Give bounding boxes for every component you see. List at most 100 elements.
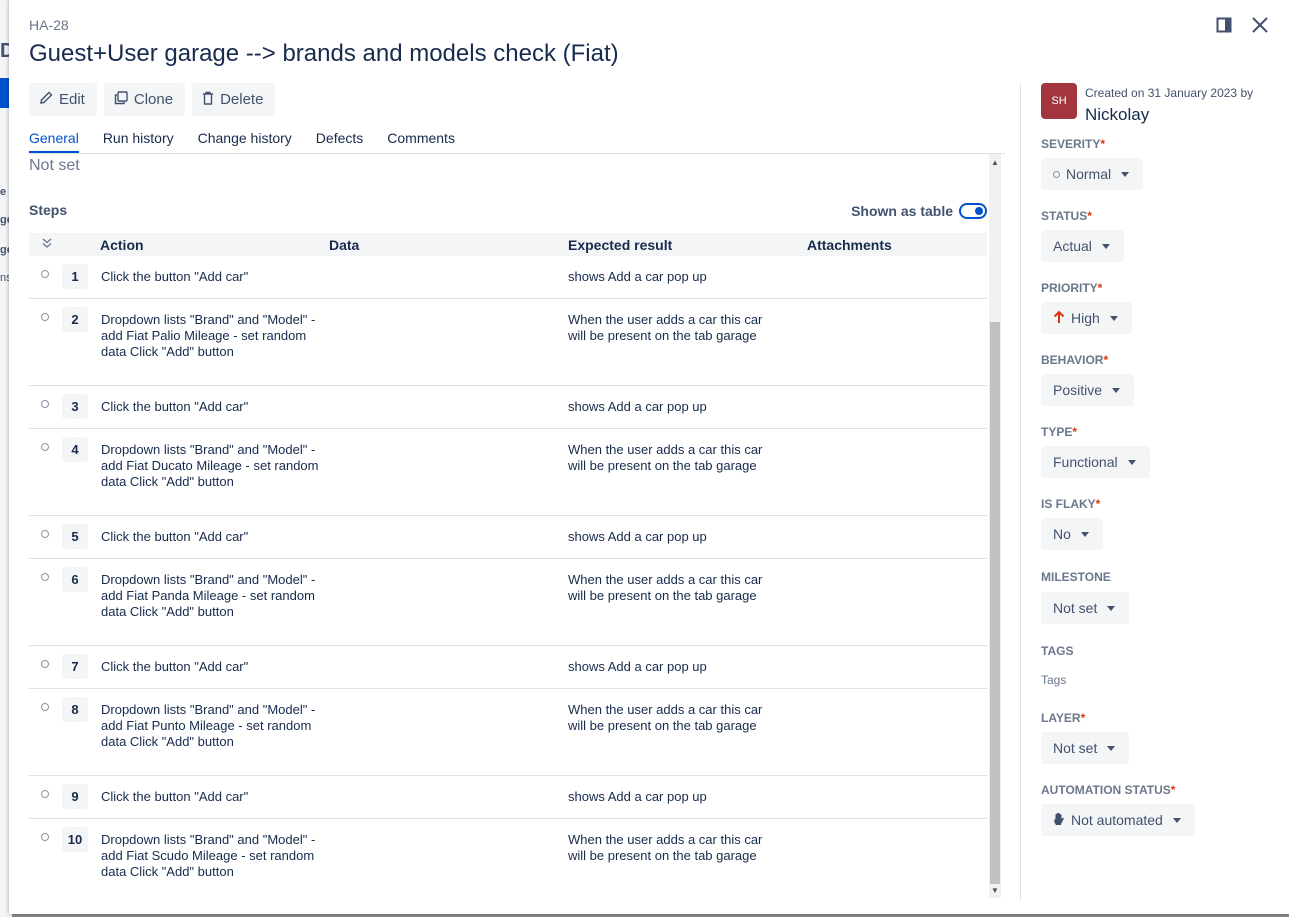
step-status-icon (41, 833, 49, 841)
delete-button[interactable]: Delete (192, 83, 276, 116)
step-action: Click the button "Add car" (101, 399, 249, 414)
step-number: 3 (62, 394, 88, 419)
severity-select[interactable]: Normal (1041, 158, 1144, 190)
chevron-down-icon (1112, 387, 1121, 393)
milestone-select[interactable]: Not set (1041, 592, 1130, 624)
layer-select[interactable]: Not set (1041, 732, 1130, 764)
modal-actions (1213, 14, 1271, 36)
arrow-up-icon (1053, 310, 1065, 327)
panel-toggle-icon[interactable] (1213, 14, 1235, 36)
step-action: Dropdown lists "Brand" and "Model" - add… (101, 442, 319, 489)
step-number: 6 (62, 567, 88, 592)
table-row[interactable]: 3 Click the button "Add car" shows Add a… (29, 386, 987, 429)
table-row[interactable]: 8 Dropdown lists "Brand" and "Model" - a… (29, 689, 987, 776)
edit-button[interactable]: Edit (29, 83, 97, 116)
step-status-icon (41, 530, 49, 538)
step-expected: When the user adds a car this car will b… (568, 702, 763, 733)
step-action: Dropdown lists "Brand" and "Model" - add… (101, 312, 316, 359)
step-action: Dropdown lists "Brand" and "Model" - add… (101, 702, 316, 749)
tags-input[interactable]: Tags (1041, 673, 1066, 687)
tab-general[interactable]: General (29, 130, 79, 153)
status-label: STATUS* (1041, 209, 1092, 223)
step-status-icon (41, 443, 49, 451)
edit-button-label: Edit (59, 91, 85, 108)
scroll-down-icon[interactable]: ▼ (991, 886, 999, 895)
chevron-down-icon (1080, 531, 1089, 537)
step-status-icon (41, 313, 49, 321)
tab-run-history[interactable]: Run history (103, 130, 174, 153)
scroll-up-icon[interactable]: ▲ (991, 158, 999, 167)
column-action: Action (100, 237, 144, 253)
collapse-all-icon[interactable] (41, 236, 53, 252)
chevron-down-icon (1172, 817, 1181, 823)
is-flaky-label: IS FLAKY* (1041, 497, 1101, 511)
tags-label: TAGS (1041, 644, 1074, 658)
chevron-down-icon (1101, 243, 1110, 249)
chevron-down-icon (1121, 171, 1130, 177)
table-row[interactable]: 2 Dropdown lists "Brand" and "Model" - a… (29, 299, 987, 386)
step-expected: When the user adds a car this car will b… (568, 832, 763, 863)
table-row[interactable]: 6 Dropdown lists "Brand" and "Model" - a… (29, 559, 987, 646)
tab-defects[interactable]: Defects (316, 130, 363, 153)
table-row[interactable]: 7 Click the button "Add car" shows Add a… (29, 646, 987, 689)
type-select[interactable]: Functional (1041, 446, 1150, 478)
is-flaky-value: No (1053, 526, 1071, 542)
column-expected: Expected result (568, 237, 673, 253)
tab-comments[interactable]: Comments (387, 130, 455, 153)
priority-select[interactable]: High (1041, 302, 1132, 334)
step-status-icon (41, 573, 49, 581)
milestone-label: MILESTONE (1041, 570, 1111, 584)
severity-value: Normal (1066, 166, 1112, 182)
general-content: Not set Steps Shown as table Action Data… (29, 154, 987, 898)
delete-button-label: Delete (220, 91, 264, 108)
table-row[interactable]: 1 Click the button "Add car" shows Add a… (29, 256, 987, 299)
precondition-value: Not set (29, 157, 80, 174)
is-flaky-select[interactable]: No (1041, 518, 1103, 550)
hand-icon (1053, 812, 1065, 829)
table-row[interactable]: 4 Dropdown lists "Brand" and "Model" - a… (29, 429, 987, 516)
close-icon[interactable] (1249, 14, 1271, 36)
shown-as-table-toggle[interactable]: Shown as table (851, 203, 987, 219)
automation-status-select[interactable]: Not automated (1041, 804, 1195, 836)
step-number: 10 (62, 827, 88, 852)
behavior-label: BEHAVIOR* (1041, 353, 1109, 367)
table-row[interactable]: 9 Click the button "Add car" shows Add a… (29, 776, 987, 819)
status-select[interactable]: Actual (1041, 230, 1124, 262)
steps-heading: Steps (29, 202, 68, 218)
tab-bar: General Run history Change history Defec… (29, 130, 455, 153)
layer-label: LAYER* (1041, 711, 1086, 725)
step-action: Click the button "Add car" (101, 269, 249, 284)
step-number: 1 (62, 264, 88, 289)
chevron-down-icon (1107, 745, 1116, 751)
behavior-select[interactable]: Positive (1041, 374, 1135, 406)
tab-change-history[interactable]: Change history (198, 130, 292, 153)
step-action: Click the button "Add car" (101, 529, 249, 544)
background-text: e (0, 186, 7, 198)
step-status-icon (41, 790, 49, 798)
author-name[interactable]: Nickolay (1085, 105, 1149, 125)
table-row[interactable]: 5 Click the button "Add car" shows Add a… (29, 516, 987, 559)
step-expected: shows Add a car pop up (568, 399, 707, 414)
clone-button-label: Clone (133, 91, 174, 108)
created-text: Created on 31 January 2023 by (1085, 86, 1254, 100)
table-row[interactable]: 10 Dropdown lists "Brand" and "Model" - … (29, 819, 987, 898)
step-status-icon (41, 703, 49, 711)
automation-status-value: Not automated (1071, 812, 1163, 828)
step-expected: When the user adds a car this car will b… (568, 442, 763, 473)
step-number: 4 (62, 437, 88, 462)
clone-button[interactable]: Clone (103, 83, 186, 116)
copy-icon (114, 90, 128, 109)
scrollbar-thumb[interactable] (990, 322, 1000, 884)
toggle-switch[interactable] (959, 203, 987, 219)
step-action: Click the button "Add car" (101, 789, 249, 804)
step-status-icon (41, 400, 49, 408)
trash-icon (202, 91, 214, 109)
column-attachments: Attachments (807, 237, 892, 253)
step-expected: shows Add a car pop up (568, 789, 707, 804)
step-action: Dropdown lists "Brand" and "Model" - add… (101, 572, 316, 619)
step-status-icon (41, 660, 49, 668)
chevron-down-icon (1109, 315, 1118, 321)
content-scrollbar[interactable]: ▲ ▼ (989, 154, 1001, 898)
chevron-down-icon (1127, 459, 1136, 465)
behavior-value: Positive (1053, 382, 1103, 398)
